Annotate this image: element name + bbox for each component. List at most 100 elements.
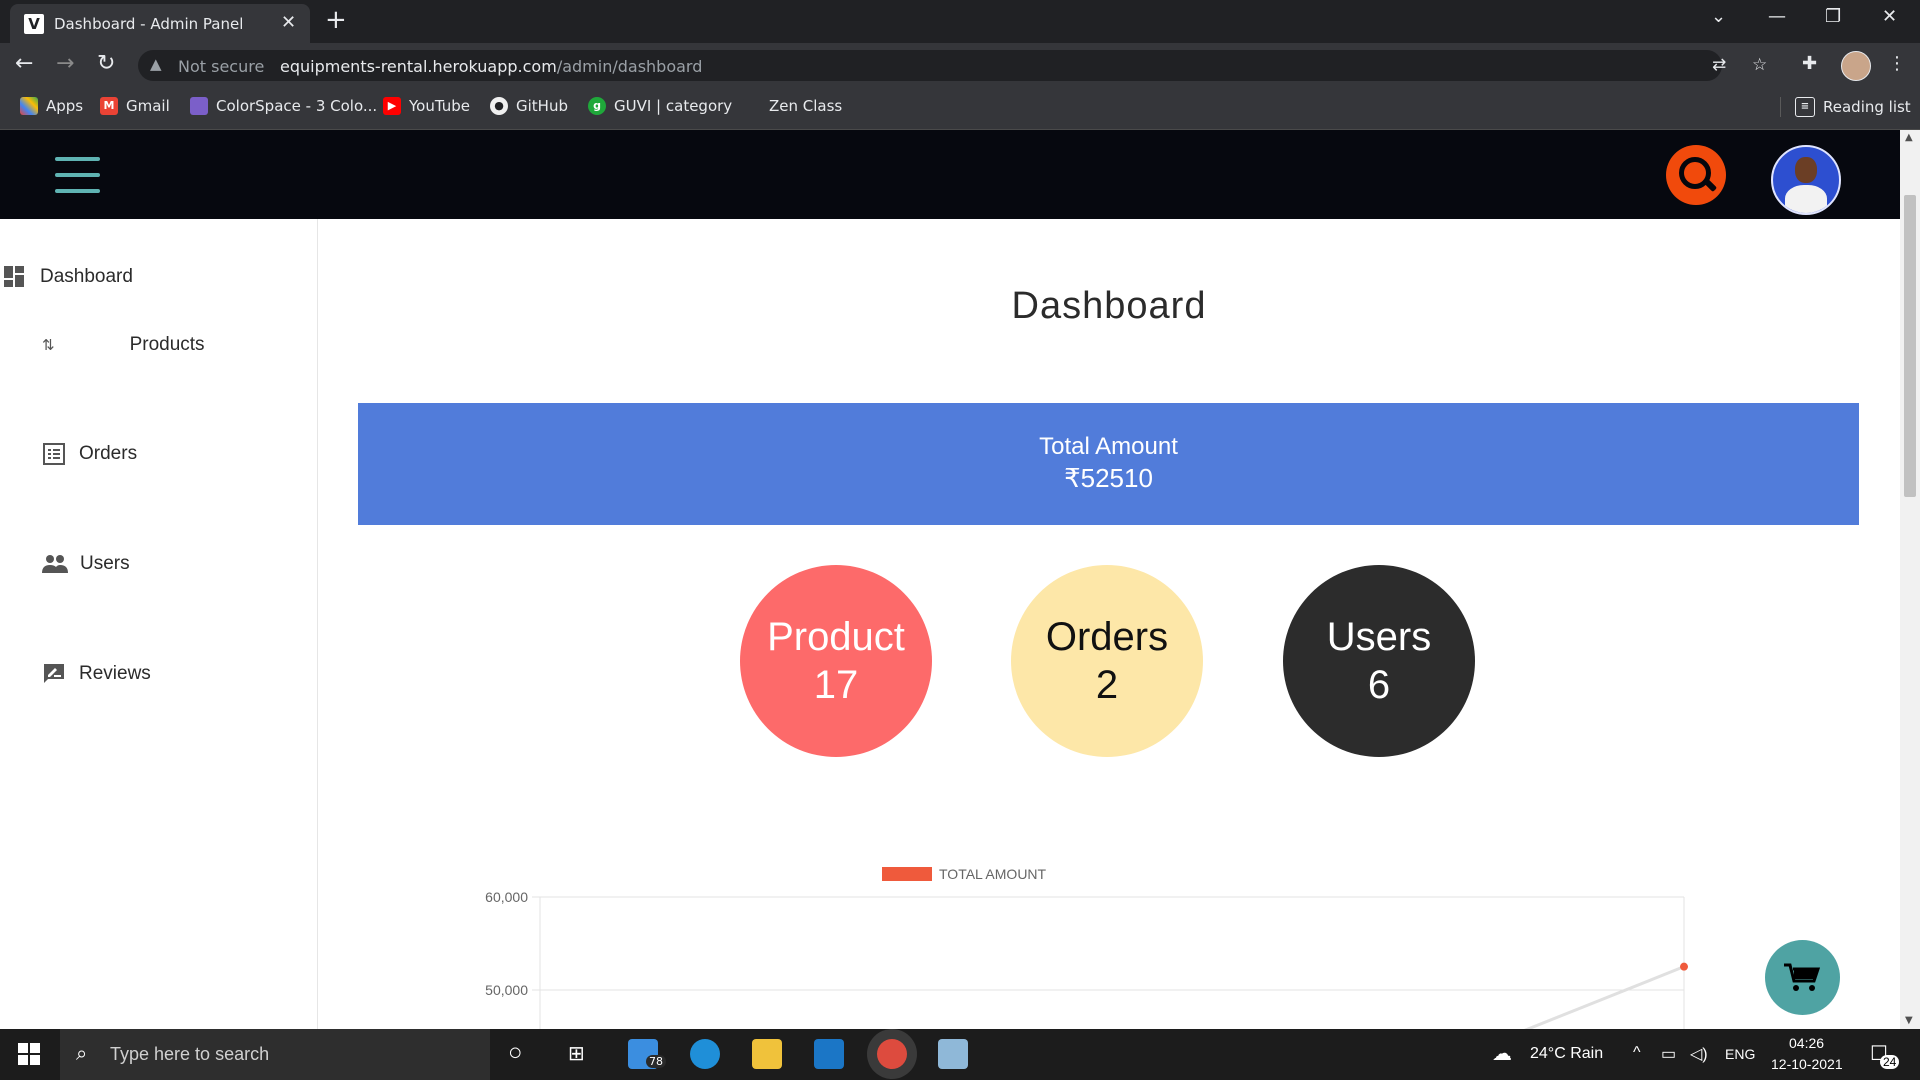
restore-icon[interactable]: ❐	[1825, 6, 1841, 27]
sidebar-item-orders[interactable]: Orders	[43, 443, 137, 465]
volume-icon[interactable]: ◁)	[1690, 1044, 1708, 1064]
cart-button[interactable]	[1765, 940, 1840, 1015]
translate-icon[interactable]: ⇄	[1712, 55, 1726, 75]
profile-avatar[interactable]	[1841, 51, 1871, 81]
avatar-face	[1795, 157, 1817, 183]
vscode-icon[interactable]	[814, 1039, 844, 1069]
new-tab-icon[interactable]: +	[325, 5, 347, 35]
scroll-thumb[interactable]	[1904, 195, 1916, 497]
mail-badge: 78	[646, 1055, 666, 1068]
bookmark-colorspace[interactable]: ColorSpace - 3 Colo...	[190, 97, 377, 115]
sidebar-item-dashboard[interactable]: Dashboard	[4, 266, 133, 288]
data-point[interactable]	[1680, 962, 1688, 971]
bookmark-label: GitHub	[516, 97, 568, 115]
extensions-puzzle-icon[interactable]: ✚	[1802, 53, 1817, 74]
tab-close-icon[interactable]: ✕	[281, 12, 296, 33]
browser-tab[interactable]: V Dashboard - Admin Panel ✕	[10, 4, 310, 43]
sidebar-item-label: Users	[80, 553, 130, 574]
notifications-badge: 24	[1880, 1055, 1900, 1069]
legend-label: TOTAL AMOUNT	[939, 866, 1047, 882]
sidebar-item-label: Reviews	[79, 663, 151, 684]
bookmark-label: ColorSpace - 3 Colo...	[216, 97, 378, 115]
bookmark-youtube[interactable]: ▶ YouTube	[383, 97, 470, 115]
list-alt-icon	[43, 443, 65, 465]
battery-icon[interactable]: ▭	[1661, 1044, 1676, 1064]
hamburger-menu-icon[interactable]	[55, 157, 100, 193]
language-indicator[interactable]: ENG	[1725, 1046, 1755, 1062]
sidebar-item-label: Dashboard	[40, 266, 133, 287]
chrome-icon[interactable]	[877, 1039, 907, 1069]
bookmark-star-icon[interactable]: ☆	[1752, 55, 1767, 75]
windows-taskbar: ⌕ Type here to search ○ ⊞ 78 ☁ 24°C Rain…	[0, 1029, 1920, 1080]
users-stat-circle[interactable]: Users 6	[1283, 565, 1475, 757]
rate-review-icon	[44, 664, 64, 683]
bookmark-label: Gmail	[126, 97, 170, 115]
clock-time[interactable]: 04:26	[1789, 1035, 1824, 1051]
minimize-icon[interactable]: —	[1768, 6, 1786, 27]
tray-chevron-icon[interactable]: ^	[1633, 1044, 1641, 1062]
mail-icon[interactable]: 78	[628, 1039, 666, 1069]
reading-list-label: Reading list	[1823, 98, 1911, 116]
task-view-icon[interactable]: ⊞	[568, 1041, 585, 1066]
browser-tab-bar: V Dashboard - Admin Panel ✕ + ⌄ — ❐ ✕	[0, 0, 1920, 43]
orders-stat-circle[interactable]: Orders 2	[1011, 565, 1203, 757]
total-amount-card: Total Amount ₹52510	[358, 403, 1859, 525]
apps-grid-icon	[20, 97, 38, 115]
avatar-shirt	[1785, 185, 1827, 213]
total-amount-line-chart: TOTAL AMOUNT 60,000 50,000	[485, 866, 1688, 1029]
search-button[interactable]	[1666, 145, 1726, 205]
y-tick-label: 60,000	[485, 889, 528, 905]
reading-list[interactable]: ≡ Reading list	[1780, 97, 1911, 117]
notepad-icon[interactable]	[938, 1039, 968, 1069]
bookmark-label: YouTube	[409, 97, 470, 115]
taskbar-search-box[interactable]: ⌕ Type here to search	[60, 1029, 490, 1080]
page-title: Dashboard	[1011, 285, 1207, 327]
back-arrow-icon[interactable]: ←	[15, 51, 33, 76]
forward-arrow-icon[interactable]: →	[56, 51, 74, 76]
not-secure-label[interactable]: Not secure	[178, 57, 264, 76]
url-text[interactable]: equipments-rental.herokuapp.com/admin/da…	[280, 57, 702, 76]
people-icon	[42, 555, 68, 573]
bookmark-zen-class[interactable]: Zen Class	[743, 97, 842, 115]
bookmark-apps[interactable]: Apps	[20, 97, 83, 115]
url-omnibox[interactable]: ▲ Not secure equipments-rental.herokuapp…	[138, 50, 1767, 81]
bookmark-label: GUVI | category	[614, 97, 733, 115]
sidebar-item-reviews[interactable]: Reviews	[43, 663, 151, 685]
browser-menu-icon[interactable]: ⋮	[1888, 53, 1906, 74]
orders-stat-value: 2	[1095, 663, 1119, 707]
reload-icon[interactable]: ↻	[97, 51, 115, 76]
product-stat-circle[interactable]: Product 17	[740, 565, 932, 757]
edge-icon[interactable]	[690, 1039, 720, 1069]
total-amount-value: ₹52510	[1064, 463, 1153, 493]
gmail-icon: M	[100, 97, 118, 115]
main-content: Dashboard Total Amount ₹52510 Product 17…	[318, 219, 1900, 1029]
tab-search-icon[interactable]: ⌄	[1711, 6, 1726, 27]
sidebar-item-products[interactable]: ⇅ Products	[42, 334, 205, 356]
total-amount-label: Total Amount	[1039, 433, 1178, 460]
weather-text[interactable]: 24°C Rain	[1530, 1045, 1603, 1063]
scroll-up-arrow-icon[interactable]: ▲	[1905, 132, 1913, 143]
product-stat-value: 17	[813, 663, 859, 707]
window-close-icon[interactable]: ✕	[1882, 6, 1897, 27]
address-bar-row: ← → ↻ ▲ Not secure equipments-rental.her…	[0, 43, 1920, 87]
users-stat-label: Users	[1326, 615, 1432, 659]
clock-date[interactable]: 12-10-2021	[1771, 1056, 1843, 1072]
user-avatar[interactable]	[1771, 145, 1841, 215]
tab-title: Dashboard - Admin Panel	[54, 15, 244, 33]
bookmark-github[interactable]: ● GitHub	[490, 97, 568, 115]
page-scrollbar[interactable]: ▲ ▼	[1900, 130, 1920, 1029]
url-host: equipments-rental.herokuapp.com	[280, 57, 557, 76]
bookmarks-bar: Apps M Gmail ColorSpace - 3 Colo... ▶ Yo…	[0, 87, 1920, 130]
windows-start-icon[interactable]	[18, 1043, 40, 1065]
sidebar-item-users[interactable]: Users	[42, 553, 130, 575]
scroll-down-arrow-icon[interactable]: ▼	[1905, 1015, 1913, 1026]
warning-triangle-icon[interactable]: ▲	[150, 55, 162, 73]
bookmark-guvi[interactable]: g GUVI | category	[588, 97, 732, 115]
y-tick-label: 50,000	[485, 982, 528, 998]
cortana-icon[interactable]: ○	[508, 1039, 523, 1067]
sidebar: Dashboard ⇅ Products Orders Users Review…	[0, 219, 318, 1029]
dashboard-icon	[4, 266, 24, 287]
file-explorer-icon[interactable]	[752, 1039, 782, 1069]
bookmark-gmail[interactable]: M Gmail	[100, 97, 170, 115]
sidebar-item-label: Orders	[79, 443, 138, 464]
